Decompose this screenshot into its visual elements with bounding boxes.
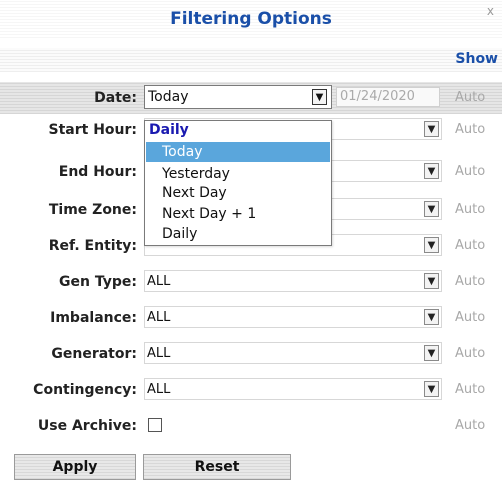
imbalance-label: Imbalance: bbox=[50, 310, 137, 326]
dropdown-group-label: Daily bbox=[149, 122, 189, 138]
chevron-down-icon[interactable]: ▼ bbox=[424, 309, 439, 325]
dropdown-option-daily[interactable]: Daily bbox=[146, 224, 330, 244]
start-hour-label: Start Hour: bbox=[48, 122, 138, 138]
date-selected-value: Today bbox=[148, 89, 189, 105]
ref-entity-auto: Auto bbox=[455, 238, 486, 253]
date-row: Date: Today ▼ 01/24/2020 Auto bbox=[0, 82, 502, 114]
apply-button[interactable]: Apply bbox=[14, 454, 136, 480]
show-link[interactable]: Show bbox=[455, 51, 498, 67]
generator-value: ALL bbox=[147, 346, 171, 361]
use-archive-label: Use Archive: bbox=[37, 418, 137, 434]
gen-type-label: Gen Type: bbox=[59, 274, 137, 290]
gen-type-select[interactable]: ALL ▼ bbox=[144, 270, 442, 292]
chevron-down-icon[interactable]: ▼ bbox=[424, 237, 439, 253]
imbalance-value: ALL bbox=[147, 310, 171, 325]
date-select[interactable]: Today ▼ bbox=[144, 85, 332, 109]
imbalance-auto: Auto bbox=[455, 310, 486, 325]
contingency-select[interactable]: ALL ▼ bbox=[144, 378, 442, 400]
date-input[interactable]: 01/24/2020 bbox=[336, 87, 440, 107]
end-hour-auto: Auto bbox=[455, 164, 486, 179]
dropdown-option-next-day[interactable]: Next Day bbox=[146, 183, 330, 203]
start-hour-auto: Auto bbox=[455, 122, 486, 137]
date-label: Date: bbox=[94, 90, 137, 106]
chevron-down-icon[interactable]: ▼ bbox=[312, 89, 327, 105]
gen-type-value: ALL bbox=[147, 274, 171, 289]
end-hour-label: End Hour: bbox=[58, 164, 137, 180]
chevron-down-icon[interactable]: ▼ bbox=[424, 381, 439, 397]
generator-label: Generator: bbox=[51, 346, 137, 362]
chevron-down-icon[interactable]: ▼ bbox=[424, 345, 439, 361]
imbalance-select[interactable]: ALL ▼ bbox=[144, 306, 442, 328]
contingency-auto: Auto bbox=[455, 382, 486, 397]
dropdown-option-today[interactable]: Today bbox=[146, 142, 330, 162]
date-auto: Auto bbox=[455, 90, 486, 105]
time-zone-auto: Auto bbox=[455, 202, 486, 217]
dropdown-option-yesterday[interactable]: Yesterday bbox=[146, 164, 330, 184]
show-bar: Show bbox=[0, 48, 502, 72]
use-archive-row: Use Archive: Auto bbox=[0, 410, 502, 442]
dialog-title: Filtering Options bbox=[0, 0, 502, 38]
contingency-label: Contingency: bbox=[33, 382, 137, 398]
chevron-down-icon[interactable]: ▼ bbox=[424, 121, 439, 137]
chevron-down-icon[interactable]: ▼ bbox=[424, 273, 439, 289]
date-dropdown-list: Daily Today Yesterday Next Day Next Day … bbox=[144, 120, 332, 246]
gen-type-row: Gen Type: ALL ▼ Auto bbox=[0, 266, 502, 298]
time-zone-label: Time Zone: bbox=[48, 202, 137, 218]
contingency-row: Contingency: ALL ▼ Auto bbox=[0, 374, 502, 406]
chevron-down-icon[interactable]: ▼ bbox=[424, 201, 439, 217]
use-archive-checkbox[interactable] bbox=[148, 418, 162, 432]
close-icon[interactable]: x bbox=[487, 4, 494, 18]
filtering-options-dialog: Filtering Options x Show Date: Today ▼ 0… bbox=[0, 0, 502, 487]
dropdown-option-next-day-plus-1[interactable]: Next Day + 1 bbox=[146, 204, 330, 224]
ref-entity-label: Ref. Entity: bbox=[48, 238, 137, 254]
generator-auto: Auto bbox=[455, 346, 486, 361]
gen-type-auto: Auto bbox=[455, 274, 486, 289]
generator-select[interactable]: ALL ▼ bbox=[144, 342, 442, 364]
generator-row: Generator: ALL ▼ Auto bbox=[0, 338, 502, 370]
imbalance-row: Imbalance: ALL ▼ Auto bbox=[0, 302, 502, 334]
reset-button[interactable]: Reset bbox=[143, 454, 291, 480]
contingency-value: ALL bbox=[147, 382, 171, 397]
use-archive-auto: Auto bbox=[455, 418, 486, 433]
chevron-down-icon[interactable]: ▼ bbox=[424, 163, 439, 179]
